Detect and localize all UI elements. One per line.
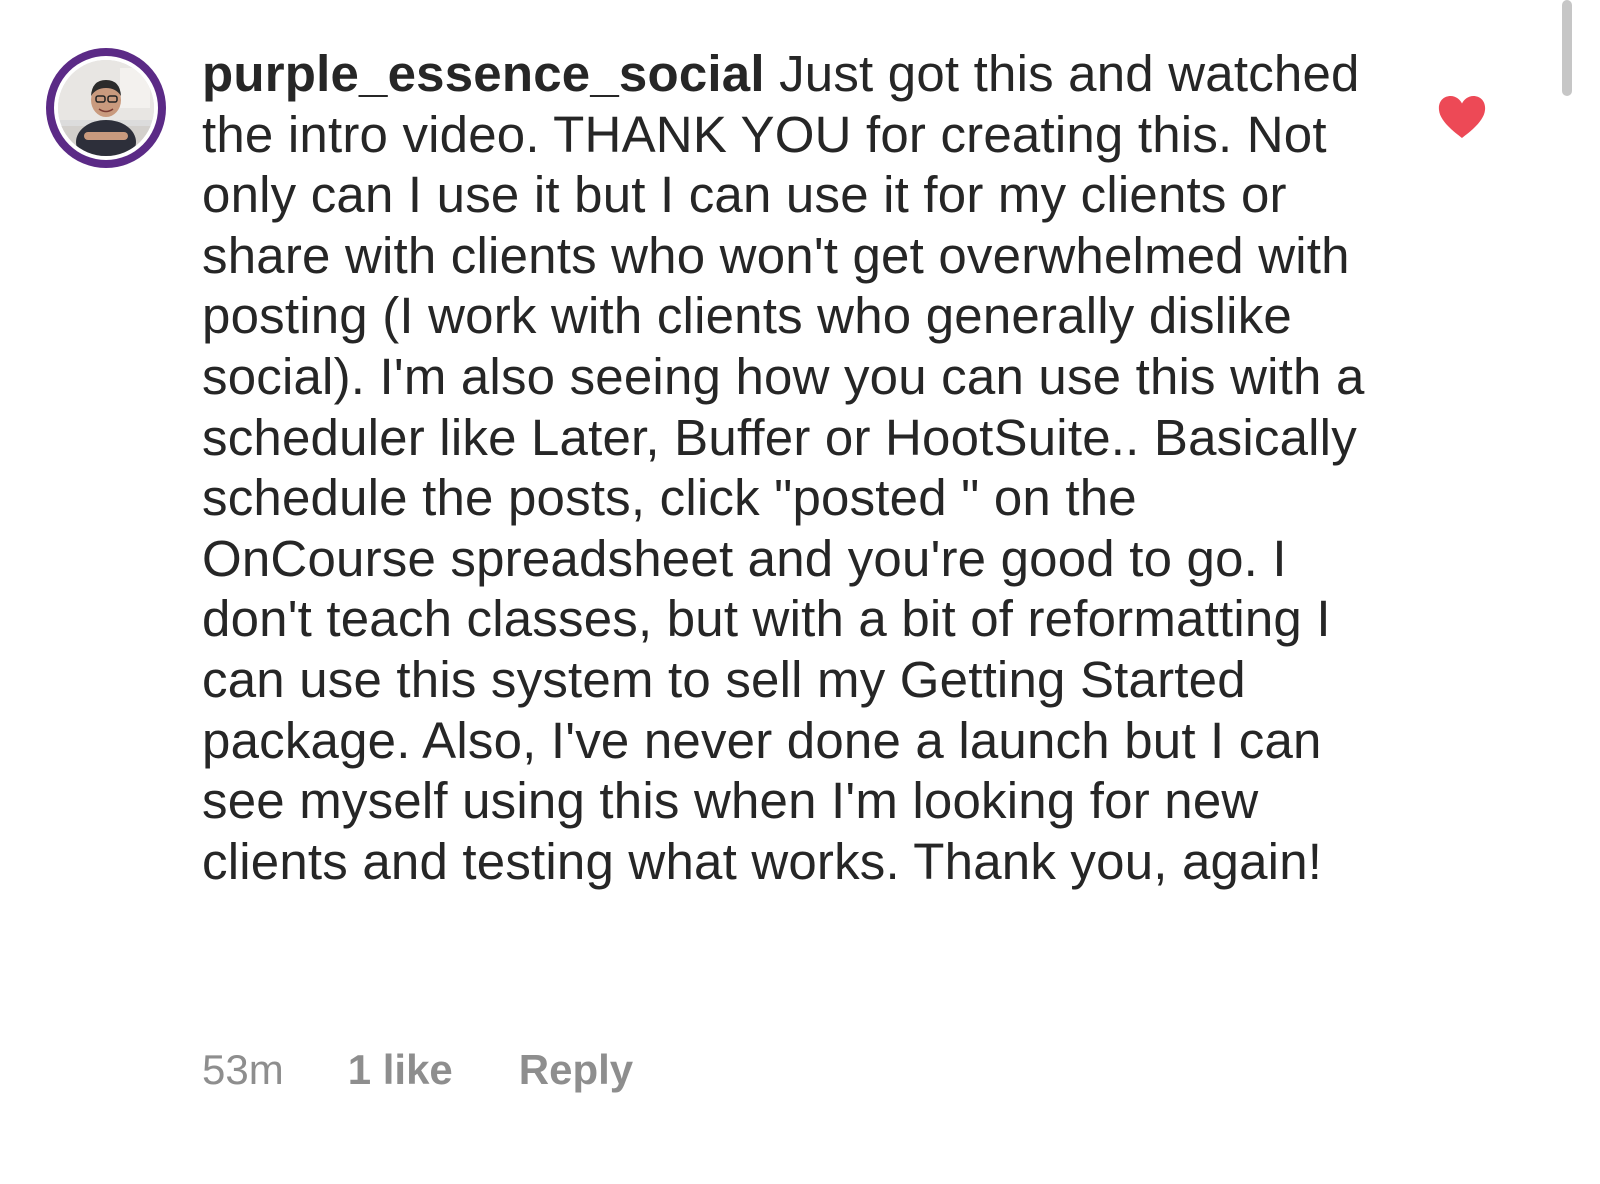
comment-meta: 53m 1 like Reply <box>202 1046 633 1094</box>
heart-filled-icon <box>1438 96 1486 138</box>
avatar[interactable] <box>46 48 166 168</box>
comment-timestamp[interactable]: 53m <box>202 1046 284 1094</box>
comment-text: Just got this and watched the intro vide… <box>202 45 1365 890</box>
profile-photo-icon <box>58 60 154 156</box>
reply-button[interactable]: Reply <box>519 1046 633 1094</box>
avatar-image <box>54 56 158 160</box>
scrollbar[interactable] <box>1556 0 1600 1184</box>
comment-username[interactable]: purple_essence_social <box>202 45 765 102</box>
comment-likes[interactable]: 1 like <box>348 1046 453 1094</box>
scrollbar-thumb[interactable] <box>1562 0 1572 96</box>
like-button[interactable] <box>1436 94 1488 140</box>
comment-body: purple_essence_social Just got this and … <box>202 44 1372 892</box>
comment: purple_essence_social Just got this and … <box>0 0 1600 1184</box>
